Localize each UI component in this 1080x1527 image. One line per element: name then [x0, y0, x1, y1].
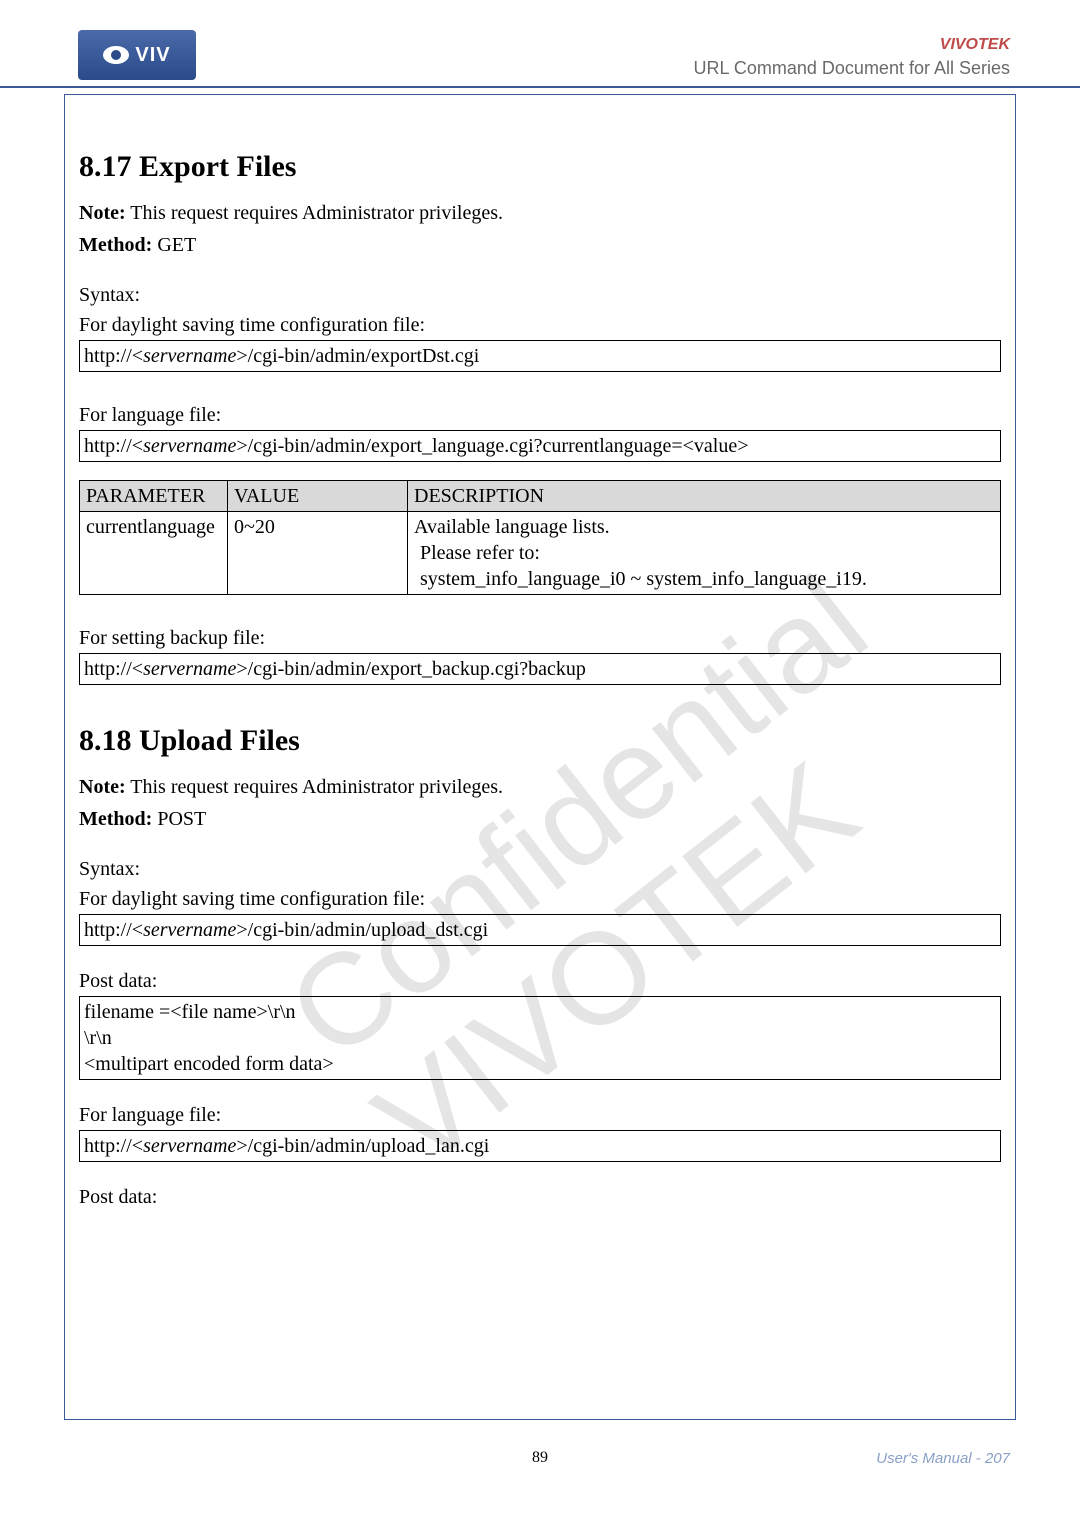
syntax-label: Syntax:	[79, 282, 1001, 308]
url-servername: servername	[143, 345, 236, 367]
post-data-label: Post data:	[79, 968, 1001, 994]
url-suffix: >/cgi-bin/admin/upload_dst.cgi	[236, 919, 488, 941]
post-data-box: filename =<file name>\r\n \r\n <multipar…	[79, 996, 1001, 1080]
logo-eye-icon	[103, 46, 129, 64]
cell-param: currentlanguage	[80, 512, 228, 595]
note-text: This request requires Administrator priv…	[126, 776, 503, 798]
content-frame: Confidential VIVOTEK 8.17 Export Files N…	[64, 94, 1016, 1420]
table-row: currentlanguage 0~20 Available language …	[80, 512, 1001, 595]
method-value: GET	[152, 234, 196, 256]
dst-config-label: For daylight saving time configuration f…	[79, 312, 1001, 338]
note-line: Note: This request requires Administrato…	[79, 774, 1001, 800]
url-servername: servername	[143, 435, 236, 457]
section-title-export-files: 8.17 Export Files	[79, 147, 1001, 186]
upload-lang-url-box: http://<servername>/cgi-bin/admin/upload…	[79, 1130, 1001, 1162]
url-prefix: http://<	[84, 658, 143, 680]
table-header-row: PARAMETER VALUE DESCRIPTION	[80, 481, 1001, 512]
note-label: Note:	[79, 776, 126, 798]
upload-dst-url-box: http://<servername>/cgi-bin/admin/upload…	[79, 914, 1001, 946]
post-line1: filename =<file name>\r\n	[84, 999, 996, 1025]
method-line: Method: POST	[79, 806, 1001, 832]
lang-file-label: For language file:	[79, 1102, 1001, 1128]
note-text: This request requires Administrator priv…	[126, 202, 503, 224]
lang-url-box: http://<servername>/cgi-bin/admin/export…	[79, 430, 1001, 462]
note-label: Note:	[79, 202, 126, 224]
url-prefix: http://<	[84, 345, 143, 367]
method-line: Method: GET	[79, 232, 1001, 258]
header-description: DESCRIPTION	[408, 481, 1001, 512]
desc-line3: system_info_language_i0 ~ system_info_la…	[414, 566, 994, 592]
url-suffix: >/cgi-bin/admin/export_language.cgi?curr…	[236, 435, 748, 457]
url-suffix: >/cgi-bin/admin/upload_lan.cgi	[236, 1135, 489, 1157]
method-label: Method:	[79, 234, 152, 256]
vivotek-logo: VIV	[78, 30, 196, 80]
url-prefix: http://<	[84, 435, 143, 457]
lang-file-label: For language file:	[79, 402, 1001, 428]
header-value: VALUE	[228, 481, 408, 512]
url-servername: servername	[143, 919, 236, 941]
method-value: POST	[152, 808, 206, 830]
document-header: VIV VIVOTEK URL Command Document for All…	[0, 0, 1080, 88]
dst-config-label: For daylight saving time configuration f…	[79, 886, 1001, 912]
cell-value: 0~20	[228, 512, 408, 595]
url-suffix: >/cgi-bin/admin/export_backup.cgi?backup	[236, 658, 586, 680]
note-line: Note: This request requires Administrato…	[79, 200, 1001, 226]
cell-description: Available language lists. Please refer t…	[408, 512, 1001, 595]
url-suffix: >/cgi-bin/admin/exportDst.cgi	[236, 345, 479, 367]
document-title: URL Command Document for All Series	[694, 58, 1010, 79]
manual-reference: User's Manual - 207	[876, 1450, 1010, 1467]
dst-url-box: http://<servername>/cgi-bin/admin/export…	[79, 340, 1001, 372]
url-prefix: http://<	[84, 1135, 143, 1157]
brand-name: VIVOTEK	[940, 36, 1010, 54]
post-data-label: Post data:	[79, 1184, 1001, 1210]
backup-url-box: http://<servername>/cgi-bin/admin/export…	[79, 653, 1001, 685]
header-parameter: PARAMETER	[80, 481, 228, 512]
parameter-table: PARAMETER VALUE DESCRIPTION currentlangu…	[79, 480, 1001, 595]
desc-line2: Please refer to:	[414, 540, 994, 566]
desc-line1: Available language lists.	[414, 514, 994, 540]
post-line2: \r\n	[84, 1025, 996, 1051]
syntax-label: Syntax:	[79, 856, 1001, 882]
backup-file-label: For setting backup file:	[79, 625, 1001, 651]
url-prefix: http://<	[84, 919, 143, 941]
logo-text: VIV	[135, 44, 170, 67]
url-servername: servername	[143, 1135, 236, 1157]
section-title-upload-files: 8.18 Upload Files	[79, 721, 1001, 760]
url-servername: servername	[143, 658, 236, 680]
post-line3: <multipart encoded form data>	[84, 1051, 996, 1077]
method-label: Method:	[79, 808, 152, 830]
